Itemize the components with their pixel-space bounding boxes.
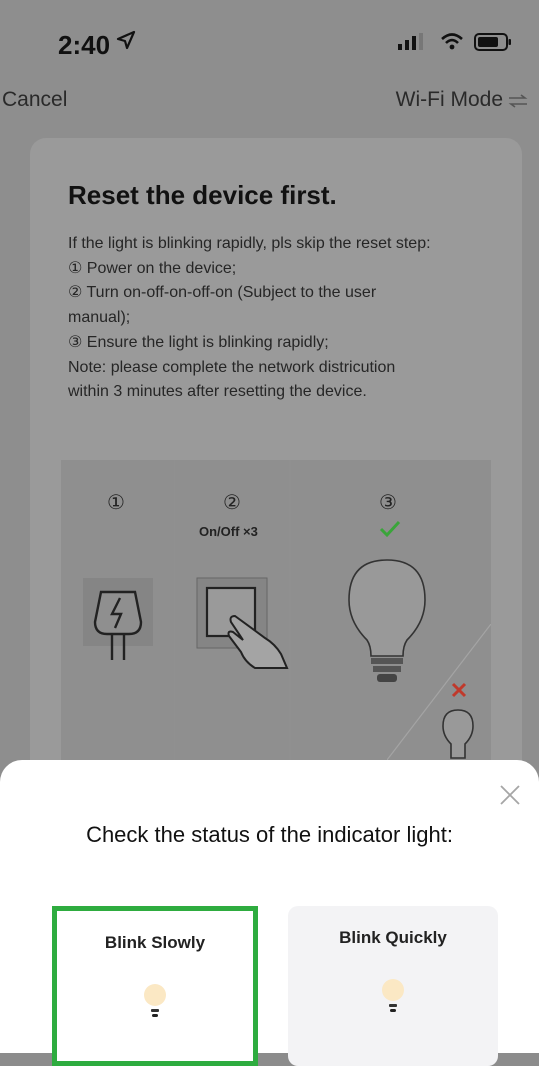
close-icon[interactable] [499, 784, 521, 806]
power-plug-icon [83, 578, 153, 660]
signal-icon [398, 33, 423, 50]
swap-icon[interactable] [507, 94, 529, 108]
sheet-title: Check the status of the indicator light: [86, 822, 453, 847]
option-label: Blink Slowly [104, 933, 206, 952]
x-mark-icon [451, 682, 467, 698]
blink-quickly-option[interactable]: Blink Quickly [288, 906, 498, 1066]
instruction-line: Note: please complete the network distri… [68, 358, 396, 376]
battery-icon [474, 33, 511, 51]
instruction-line: ③ Ensure the light is blinking rapidly; [68, 333, 329, 351]
indicator-status-sheet: Check the status of the indicator light:… [0, 760, 539, 1066]
diagonal-divider [387, 624, 491, 760]
card-instructions: If the light is blinking rapidly, pls sk… [68, 232, 508, 405]
status-time: 2:40 [58, 30, 111, 60]
step-number: ③ [379, 492, 397, 514]
switch-press-icon [196, 577, 289, 669]
instruction-line: ① Power on the device; [68, 259, 237, 277]
bulb-icon [144, 984, 166, 1017]
step-panel-switch: ② On/Off ×3 [175, 460, 289, 760]
check-icon [379, 520, 401, 538]
app-screen: 2:40 Cancel Wi-Fi Mode Reset the device … [0, 0, 539, 1066]
option-label: Blink Quickly [339, 928, 447, 947]
instruction-line: If the light is blinking rapidly, pls sk… [68, 235, 431, 252]
instruction-line: ② Turn on-off-on-off-on (Subject to the … [68, 284, 377, 302]
reset-instructions-card: Reset the device first. If the light is … [30, 138, 522, 778]
step-panel-bulb: ③ [291, 460, 491, 760]
instruction-line: within 3 minutes after resetting the dev… [68, 383, 367, 401]
onoff-caption: On/Off ×3 [199, 524, 258, 539]
step-number: ② [223, 492, 241, 514]
small-bulb-icon [442, 709, 474, 759]
card-title: Reset the device first. [68, 180, 337, 210]
reset-steps-illustration: ① ② On/Off ×3 ③ [61, 460, 491, 760]
location-arrow-icon [116, 30, 136, 50]
step-panel-power: ① [61, 460, 174, 760]
wifi-icon [441, 33, 463, 50]
cancel-button[interactable]: Cancel [2, 88, 67, 112]
blink-slowly-option[interactable]: Blink Slowly [52, 906, 258, 1066]
status-bar: 2:40 [0, 0, 539, 80]
wifi-mode-button[interactable]: Wi-Fi Mode [396, 88, 503, 112]
instruction-line: manual); [68, 309, 131, 327]
bulb-icon [382, 979, 404, 1012]
step-number: ① [107, 492, 125, 514]
